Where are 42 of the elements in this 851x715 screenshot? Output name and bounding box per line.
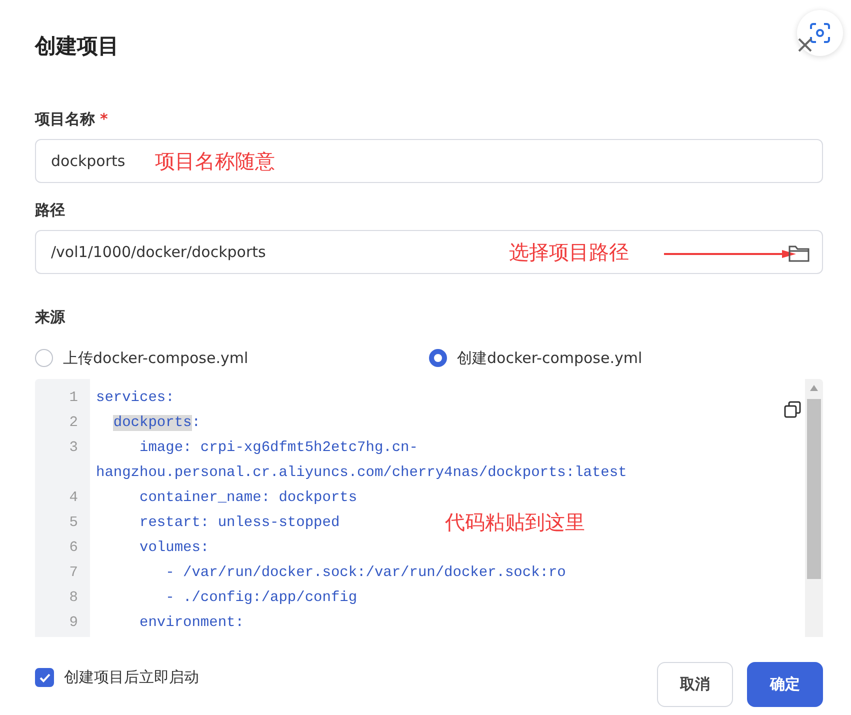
dialog-title: 创建项目 (35, 33, 119, 56)
radio-option[interactable]: 创建docker-compose.yml (429, 348, 823, 368)
scan-icon (809, 22, 831, 44)
annotation-text: 选择项目路径 (509, 239, 629, 266)
field-label: 项目名称 (35, 110, 95, 129)
code-line: image: crpi-xg6dfmt5h2etc7hg.cn- (138, 439, 418, 458)
scan-button[interactable] (797, 10, 843, 56)
name-field[interactable]: dockports 项目名称随意 (35, 139, 823, 183)
line-number: 2 (68, 414, 79, 433)
line-number: 1 (68, 389, 79, 408)
radio-option[interactable]: 上传docker-compose.yml (35, 348, 429, 368)
copy-icon[interactable] (784, 401, 801, 418)
cancel-button[interactable]: 取消 (657, 662, 733, 707)
line-number: 3 (68, 439, 79, 458)
code-line: container_name: dockports (138, 489, 358, 508)
scrollbar-thumb[interactable] (807, 399, 821, 579)
required-mark: * (100, 110, 108, 129)
field-label: 路径 (35, 201, 65, 220)
line-number: 7 (68, 564, 79, 583)
close-icon[interactable] (797, 37, 813, 53)
line-number: 6 (68, 539, 79, 558)
annotation-text: 项目名称随意 (155, 148, 275, 175)
code-line: environment: (138, 614, 244, 633)
folder-icon[interactable] (788, 243, 810, 263)
line-number: 4 (68, 489, 79, 508)
code-line: volumes: (138, 539, 210, 558)
start-checkbox[interactable]: 创建项目后立即启动 (35, 668, 199, 687)
field-label: 来源 (35, 308, 65, 327)
field-value: dockports (51, 152, 126, 170)
code-line: hangzhou.personal.cr.aliyuncs.com/cherry4nas/dockports:latest (96, 464, 627, 483)
code-line: - ./config:/app/config (164, 589, 358, 608)
code-line: restart: unless-stopped (138, 514, 340, 533)
confirm-button[interactable]: 确定 (747, 662, 823, 707)
code-line: services: (96, 389, 174, 408)
annotation-text: 代码粘贴到这里 (445, 509, 585, 536)
path-field[interactable]: /vol1/1000/docker/dockports 选择项目路径 (35, 230, 823, 274)
scrollbar[interactable] (805, 379, 823, 637)
code-line: - /var/run/docker.sock:/var/run/docker.sock:ro (164, 564, 566, 583)
line-number: 5 (68, 514, 79, 533)
line-number: 8 (68, 589, 79, 608)
field-value: /vol1/1000/docker/dockports (51, 243, 266, 261)
line-number: 9 (68, 614, 79, 633)
